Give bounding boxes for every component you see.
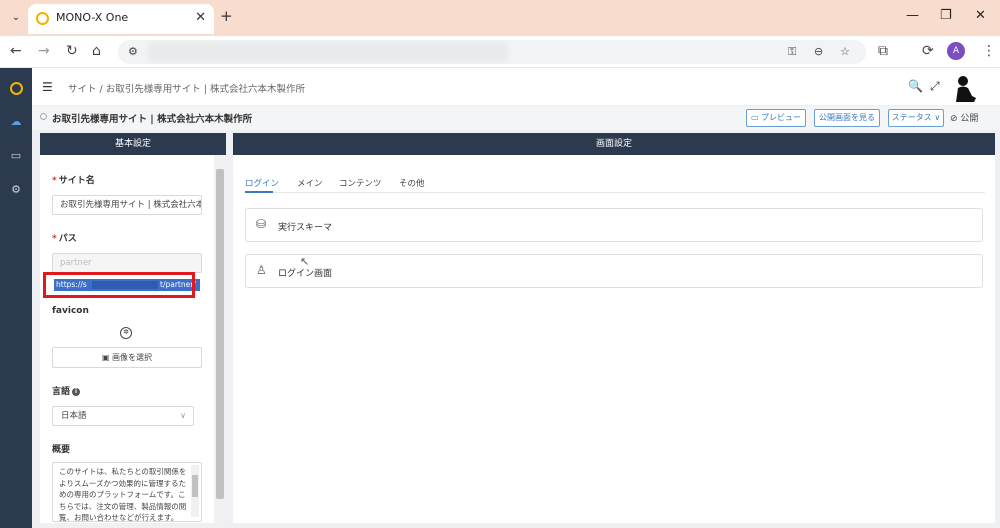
tab-close-icon[interactable]: ✕ — [195, 10, 206, 25]
folder-icon[interactable]: ▭ — [8, 148, 24, 164]
favicon-label: favicon — [52, 306, 89, 316]
app-header: ☰ サイト / お取引先様専用サイト | 株式会社六本木製作所 🔍 ⤢ — [32, 68, 1000, 106]
forward-icon[interactable]: → — [38, 43, 50, 59]
login-screen-card[interactable]: ♙ ログイン画面 — [245, 254, 983, 288]
browser-tab-strip: ⌄ MONO-X One ✕ + — ❐ ✕ — [0, 0, 1000, 36]
password-key-icon[interactable]: ⚿ — [788, 45, 796, 59]
cloud-icon[interactable]: ☁ — [8, 114, 24, 130]
info-icon[interactable]: i — [72, 388, 81, 396]
active-tab-indicator — [245, 191, 273, 193]
reload-icon[interactable]: ↻ — [66, 43, 78, 59]
home-icon[interactable]: ⌂ — [92, 43, 101, 59]
panel-scrollbar-thumb[interactable] — [216, 169, 224, 499]
address-bar[interactable]: ⚙ ⚿ ⊖ ☆ — [118, 40, 866, 64]
window-minimize-button[interactable]: — — [906, 8, 919, 23]
basic-settings-title: 基本設定 — [40, 133, 226, 155]
site-title: お取引先様専用サイト | 株式会社六本木製作所 — [52, 114, 253, 125]
site-subheader: お取引先様専用サイト | 株式会社六本木製作所 ▭ プレビュー 公開画面を見る … — [32, 106, 1000, 130]
menu-toggle-icon[interactable]: ☰ — [42, 80, 53, 94]
bookmark-star-icon[interactable]: ☆ — [840, 45, 850, 58]
browser-tab[interactable]: MONO-X One ✕ — [28, 4, 214, 34]
view-public-button[interactable]: 公開画面を見る — [814, 109, 880, 127]
screen-tabs: ログイン メイン コンテンツ その他 — [245, 173, 985, 193]
extensions-icon[interactable]: ⧉ — [878, 43, 888, 59]
select-image-button[interactable]: ▣ 画像を選択 — [52, 347, 202, 368]
tab-search-menu[interactable]: ⌄ — [6, 8, 26, 28]
url-text-redacted — [148, 43, 508, 61]
site-name-label: * サイト名 — [52, 176, 95, 186]
tab-favicon-icon — [36, 12, 49, 25]
zoom-icon[interactable]: ⊖ — [814, 45, 823, 58]
publish-toggle[interactable]: ⊘ 公開 — [950, 111, 978, 124]
more-menu-icon[interactable]: ⋮ — [982, 43, 996, 59]
tab-main[interactable]: メイン — [297, 177, 323, 189]
sync-icon[interactable]: ⟳ — [922, 43, 934, 59]
site-name-input[interactable]: お取引先様専用サイト | 株式会社六本木製作所 — [52, 195, 202, 215]
path-label: * パス — [52, 234, 77, 244]
basic-settings-panel: 基本設定 *サイト名 お取引先様専用サイト | 株式会社六本木製作所 *パス p… — [40, 133, 226, 523]
screen-settings-title: 画面設定 — [233, 133, 995, 155]
chevron-down-icon: ∨ — [180, 411, 186, 420]
tab-login[interactable]: ログイン — [245, 177, 279, 189]
tab-title: MONO-X One — [56, 11, 129, 24]
summary-label: 概要 — [52, 445, 71, 455]
favicon-preview-icon: ✲ — [120, 327, 132, 339]
profile-avatar[interactable]: A — [947, 42, 965, 60]
screen-settings-panel: 画面設定 ログイン メイン コンテンツ その他 ⛁ 実行スキーマ ♙ ログイン画… — [233, 133, 995, 523]
search-icon[interactable]: 🔍 — [908, 79, 923, 93]
execution-schema-card[interactable]: ⛁ 実行スキーマ — [245, 208, 983, 242]
mouse-cursor-icon: ↖ — [300, 255, 310, 268]
summary-textarea[interactable]: このサイトは、私たちとの取引関係をよりスムーズかつ効果的に管理するための専用のプ… — [52, 462, 202, 522]
path-input[interactable]: partner — [52, 253, 202, 273]
tab-other[interactable]: その他 — [399, 177, 425, 189]
highlight-annotation — [43, 272, 195, 298]
window-close-button[interactable]: ✕ — [975, 8, 986, 23]
user-icon: ♙ — [256, 263, 267, 277]
settings-icon[interactable]: ⚙ — [8, 182, 24, 198]
back-icon[interactable]: ← — [10, 43, 22, 59]
textarea-scrollbar[interactable] — [191, 465, 199, 517]
user-avatar-icon[interactable] — [952, 74, 976, 102]
preview-button[interactable]: ▭ プレビュー — [746, 109, 806, 127]
language-label: 言語 i — [52, 384, 81, 397]
window-restore-button[interactable]: ❐ — [940, 8, 952, 23]
language-select[interactable]: 日本語 ∨ — [52, 406, 194, 426]
panel-scrollbar[interactable] — [214, 155, 226, 523]
status-dropdown[interactable]: ステータス ∨ — [888, 109, 944, 127]
browser-toolbar: ← → ↻ ⌂ ⚙ ⚿ ⊖ ☆ ⧉ ⟳ ⋮ — [0, 36, 1000, 68]
site-info-icon[interactable]: ⚙ — [128, 45, 138, 58]
database-icon: ⛁ — [256, 217, 267, 231]
tab-contents[interactable]: コンテンツ — [339, 177, 382, 189]
site-status-dot-icon — [40, 113, 47, 120]
app-logo-icon[interactable] — [10, 82, 23, 95]
breadcrumb: サイト / お取引先様専用サイト | 株式会社六本木製作所 — [68, 84, 305, 95]
app-sidebar: ☁ ▭ ⚙ — [0, 68, 32, 528]
fullscreen-icon[interactable]: ⤢ — [930, 79, 940, 94]
new-tab-button[interactable]: + — [220, 7, 233, 25]
card-label: 実行スキーマ — [278, 223, 333, 233]
